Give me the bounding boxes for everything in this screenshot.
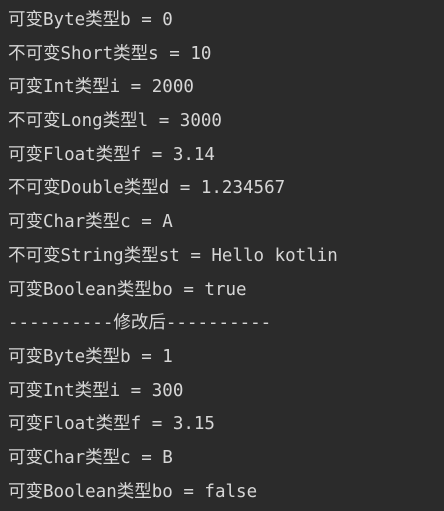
console-output[interactable]: 可变Byte类型b = 0 不可变Short类型s = 10 可变Int类型i … [0,0,444,511]
console-line-int: 可变Int类型i = 2000 [8,77,194,98]
console-line-byte: 可变Byte类型b = 0 [8,10,173,30]
console-line-string: 不可变String类型st = Hello kotlin [8,245,338,266]
console-line-byte-modified: 可变Byte类型b = 1 [8,346,173,367]
console-line-double: 不可变Double类型d = 1.234567 [8,178,286,199]
console-line-char: 可变Char类型c = A [8,212,173,233]
console-line-short: 不可变Short类型s = 10 [8,43,212,64]
console-line-boolean-modified: 可变Boolean类型bo = false [8,481,258,502]
console-line-float: 可变Float类型f = 3.14 [8,144,215,165]
console-line-boolean: 可变Boolean类型bo = true [8,279,247,300]
console-line-int-modified: 可变Int类型i = 300 [8,380,184,401]
console-line-separator: ----------修改后---------- [8,313,272,334]
console-line-long: 不可变Long类型l = 3000 [8,111,222,132]
console-line-char-modified: 可变Char类型c = B [8,447,173,468]
console-line-float-modified: 可变Float类型f = 3.15 [8,414,215,435]
